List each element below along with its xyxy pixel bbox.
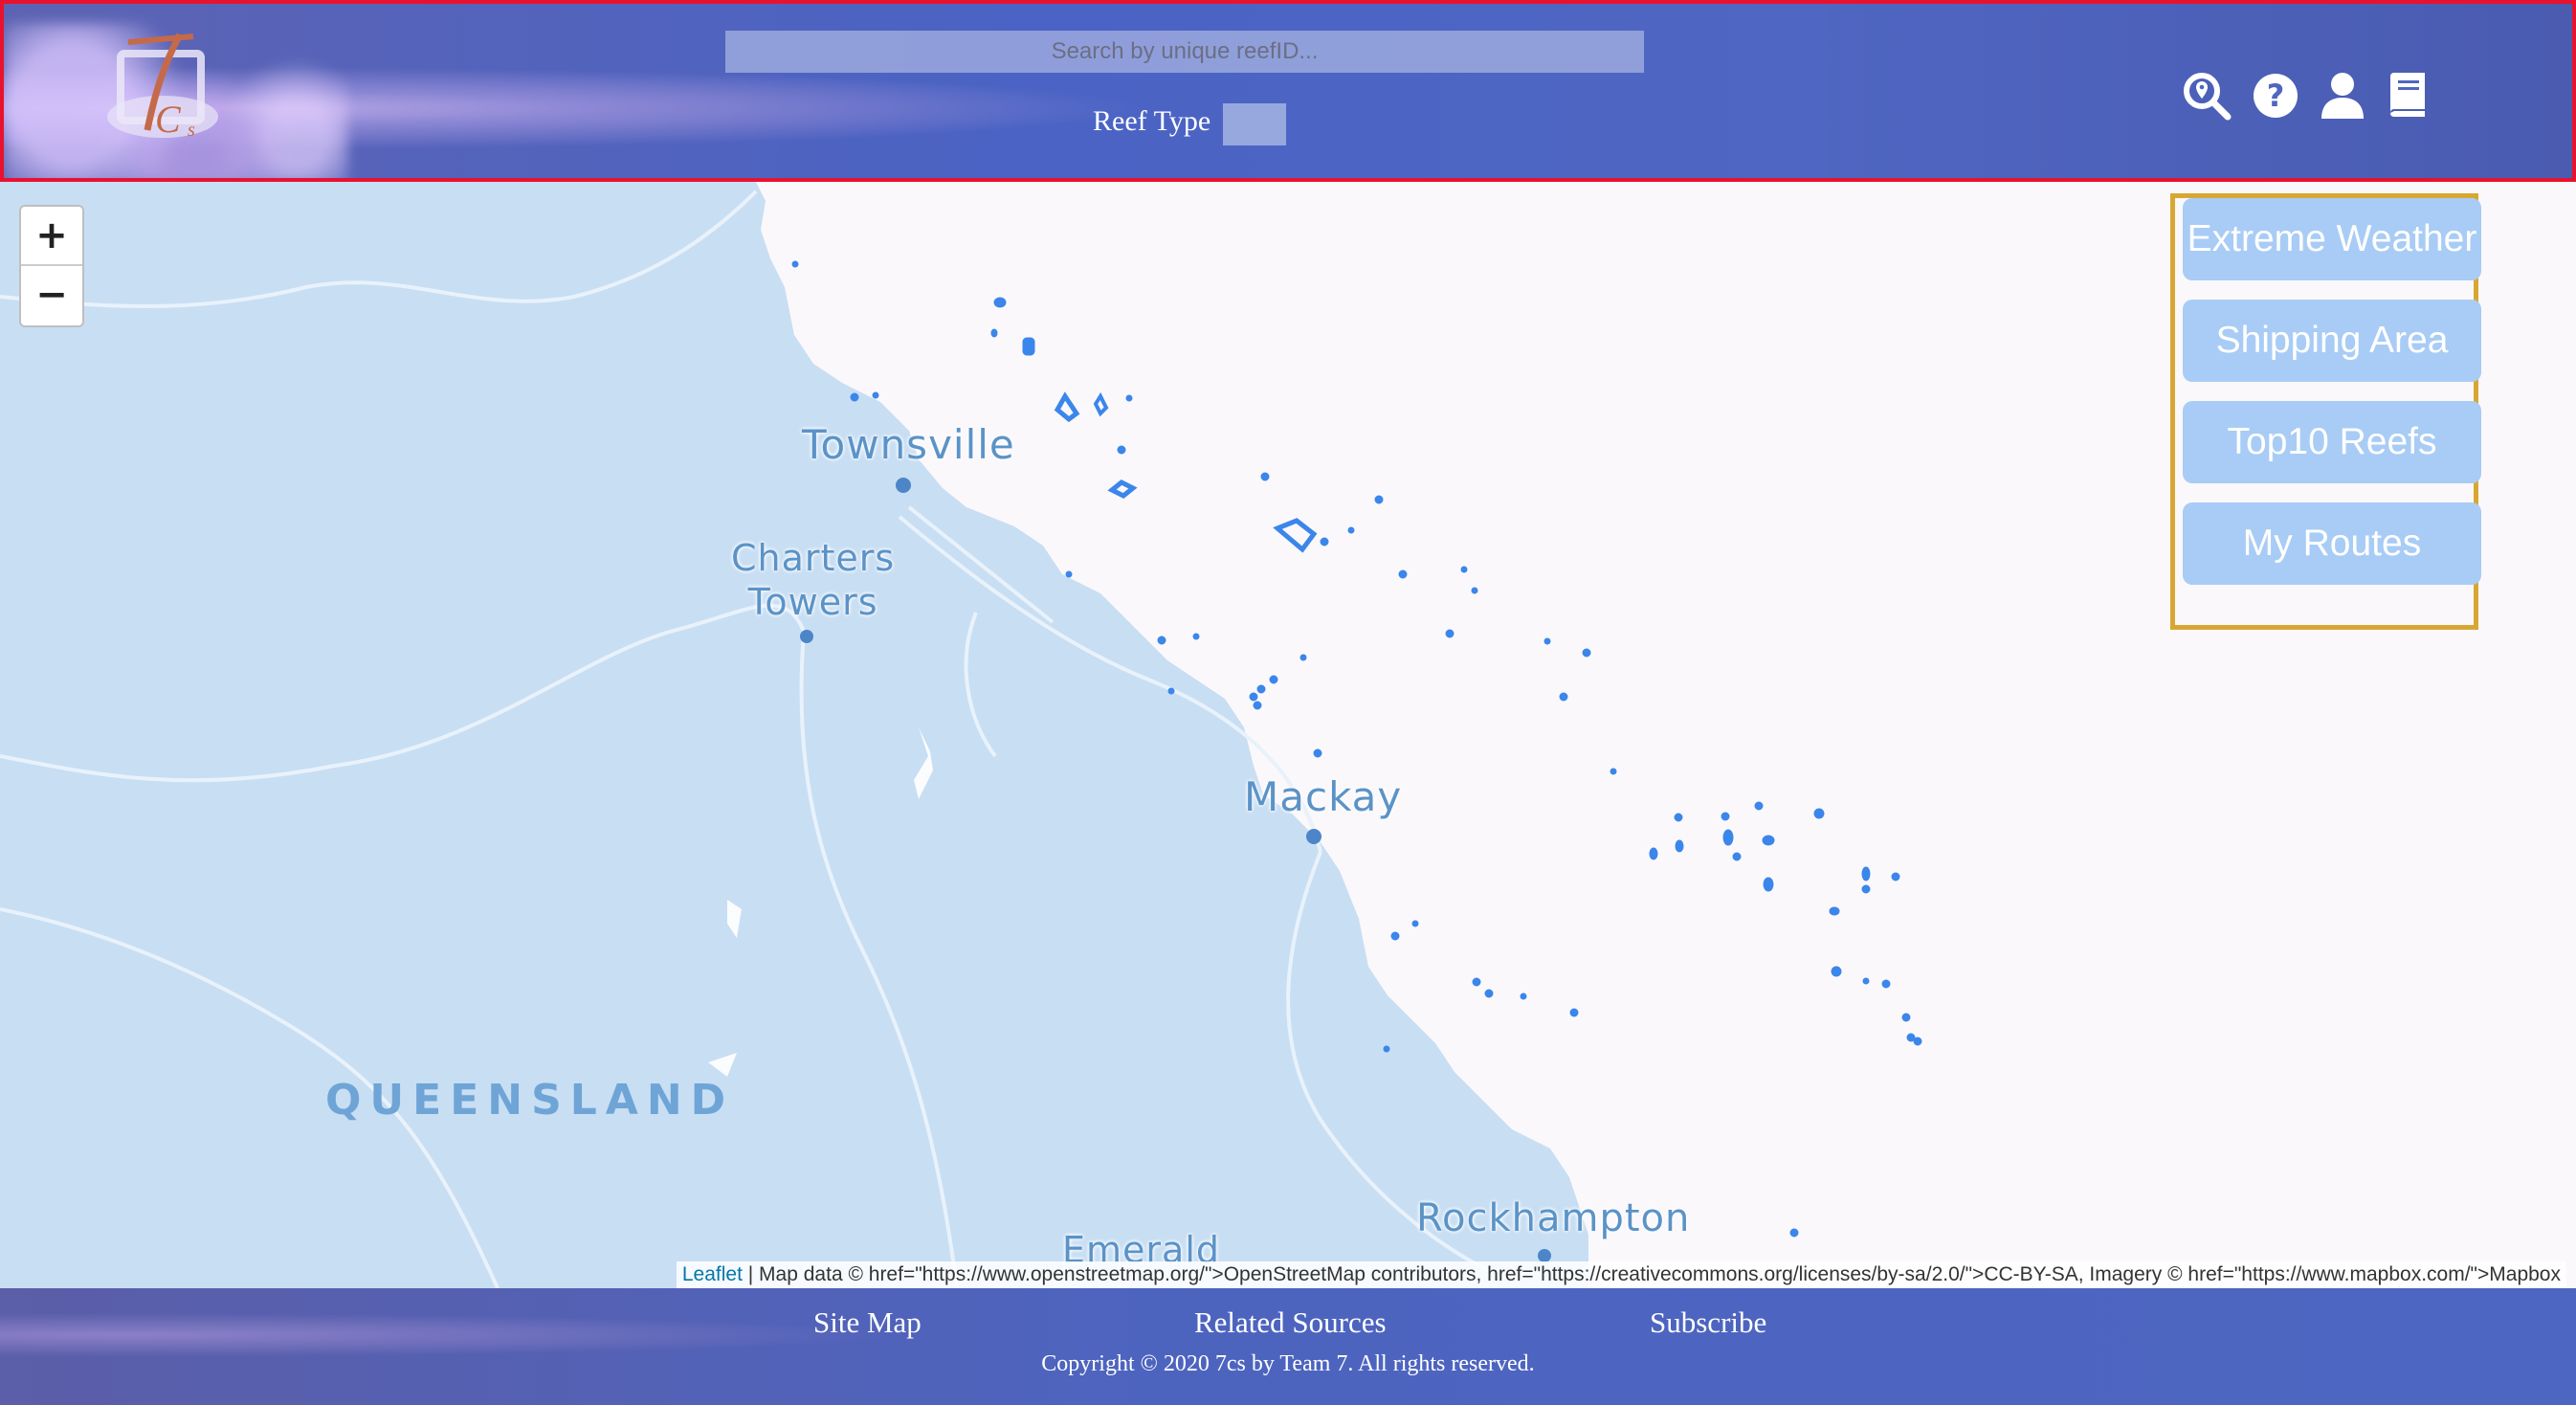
reef-type-label: Reef Type <box>1093 105 1211 137</box>
extreme-weather-button[interactable]: Extreme Weather <box>2183 198 2481 280</box>
svg-text:C: C <box>155 98 182 141</box>
search-location-icon[interactable] <box>2182 71 2232 121</box>
top10-reefs-button[interactable]: Top10 Reefs <box>2183 401 2481 483</box>
rockhampton-dot <box>1538 1249 1551 1262</box>
book-icon[interactable] <box>2383 71 2432 121</box>
region-label-queensland: QUEENSLAND <box>325 1076 735 1125</box>
footer-link-site-map[interactable]: Site Map <box>813 1305 922 1340</box>
leaflet-link[interactable]: Leaflet <box>682 1263 743 1285</box>
attribution-text: | Map data © href="https://www.openstree… <box>742 1263 2561 1285</box>
land-mass <box>0 182 1588 1288</box>
reef-type-select[interactable] <box>1223 103 1286 145</box>
map-attribution: Leaflet | Map data © href="https://www.o… <box>676 1261 2566 1288</box>
city-label-townsville: Townsville <box>802 421 1015 468</box>
user-icon[interactable] <box>2318 71 2367 121</box>
footer-link-related-sources[interactable]: Related Sources <box>1194 1305 1387 1340</box>
zoom-in-button[interactable]: + <box>21 207 82 266</box>
townsville-dot <box>896 478 911 493</box>
zoom-out-button[interactable]: − <box>21 266 82 323</box>
svg-text:s: s <box>188 120 195 141</box>
site-header: C s Reef Type ? <box>0 0 2576 182</box>
city-label-rockhampton: Rockhampton <box>1416 1196 1691 1240</box>
my-routes-button[interactable]: My Routes <box>2183 502 2481 585</box>
site-footer: Site Map Related Sources Subscribe Copyr… <box>0 1288 2576 1405</box>
zoom-control: + − <box>19 205 84 327</box>
charters-towers-dot <box>800 630 813 643</box>
help-icon[interactable]: ? <box>2251 71 2300 121</box>
footer-link-subscribe[interactable]: Subscribe <box>1650 1305 1766 1340</box>
svg-text:?: ? <box>2267 78 2285 114</box>
city-label-mackay: Mackay <box>1244 773 1403 820</box>
mackay-dot <box>1306 829 1321 844</box>
city-label-charters-towers: Charters Towers <box>731 537 896 623</box>
copyright-text: Copyright © 2020 7cs by Team 7. All righ… <box>1041 1351 1535 1376</box>
shipping-area-button[interactable]: Shipping Area <box>2183 300 2481 382</box>
map-layer-panel: Extreme Weather Shipping Area Top10 Reef… <box>2170 193 2481 630</box>
reef-search-input[interactable] <box>725 31 1644 73</box>
7cs-logo-icon[interactable]: C s <box>98 25 228 155</box>
